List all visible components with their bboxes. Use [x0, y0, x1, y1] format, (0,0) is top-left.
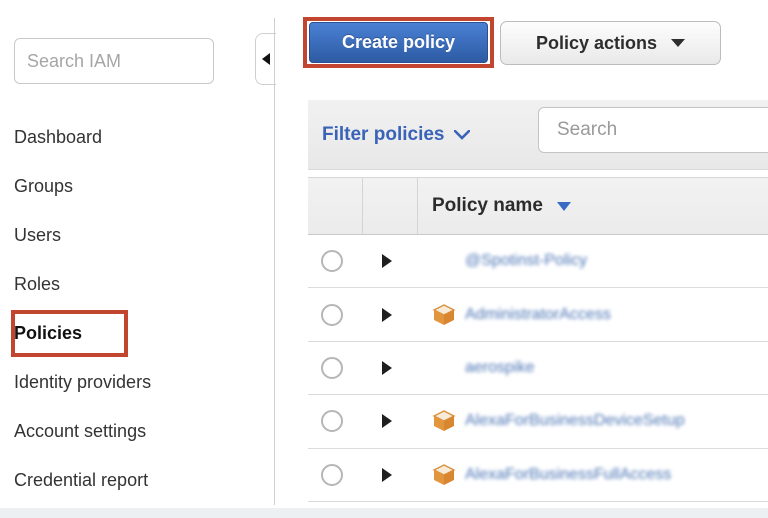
policy-actions-label: Policy actions	[536, 33, 657, 54]
policy-search-input[interactable]	[557, 119, 768, 141]
table-row: @Spotinst-Policy	[308, 235, 768, 288]
policy-name-link[interactable]: AlexaForBusinessFullAccess	[465, 466, 671, 484]
bottom-strip	[0, 508, 768, 518]
filter-bar: Filter policies	[308, 100, 768, 170]
sidebar-item-policies[interactable]: Policies	[14, 309, 254, 358]
table-header: Policy name	[308, 177, 768, 235]
column-divider	[417, 178, 418, 234]
table-row: AdministratorAccess	[308, 288, 768, 341]
column-divider	[362, 178, 363, 234]
row-radio-button[interactable]	[321, 357, 343, 379]
policies-table-body: @Spotinst-Policy AdministratorAccess aeros…	[308, 235, 768, 502]
policy-name-link[interactable]: @Spotinst-Policy	[465, 252, 587, 270]
sort-caret-down-icon	[557, 202, 571, 211]
row-radio-button[interactable]	[321, 304, 343, 326]
filter-policies-dropdown[interactable]: Filter policies	[322, 124, 470, 146]
iam-search-input[interactable]	[14, 38, 214, 84]
expand-row-button[interactable]	[382, 360, 398, 376]
table-row: AlexaForBusinessDeviceSetup	[308, 395, 768, 448]
sidebar-item-roles[interactable]: Roles	[14, 260, 254, 309]
expand-row-button[interactable]	[382, 467, 398, 483]
sidebar-item-identity-providers[interactable]: Identity providers	[14, 358, 254, 407]
filter-policies-label: Filter policies	[322, 124, 444, 146]
expand-row-button[interactable]	[382, 307, 398, 323]
policy-search-box	[538, 107, 768, 153]
table-row: aerospike	[308, 342, 768, 395]
create-policy-button[interactable]: Create policy	[309, 22, 488, 63]
policy-name-link[interactable]: AlexaForBusinessDeviceSetup	[465, 412, 685, 430]
caret-right-icon	[382, 308, 392, 322]
row-radio-button[interactable]	[321, 410, 343, 432]
column-header-policy-name[interactable]: Policy name	[432, 195, 571, 217]
row-radio-button[interactable]	[321, 464, 343, 486]
caret-right-icon	[382, 254, 392, 268]
sidebar-item-credential-report[interactable]: Credential report	[14, 456, 254, 505]
policy-icon-slot	[432, 356, 456, 380]
chevron-down-icon	[671, 39, 685, 47]
sidebar-collapse-button[interactable]	[255, 33, 276, 85]
sidebar-item-users[interactable]: Users	[14, 211, 254, 260]
policy-actions-button[interactable]: Policy actions	[500, 21, 721, 65]
policy-name-link[interactable]: aerospike	[465, 359, 534, 377]
caret-right-icon	[382, 361, 392, 375]
policy-name-column-label: Policy name	[432, 195, 543, 217]
sidebar-nav: DashboardGroupsUsersRolesPoliciesIdentit…	[14, 113, 254, 505]
aws-managed-policy-icon	[432, 303, 456, 327]
row-radio-button[interactable]	[321, 250, 343, 272]
policy-icon-slot	[432, 303, 456, 327]
sidebar-item-dashboard[interactable]: Dashboard	[14, 113, 254, 162]
expand-row-button[interactable]	[382, 413, 398, 429]
sidebar-item-groups[interactable]: Groups	[14, 162, 254, 211]
policy-icon-slot	[432, 463, 456, 487]
caret-right-icon	[382, 414, 392, 428]
iam-console: DashboardGroupsUsersRolesPoliciesIdentit…	[0, 0, 768, 518]
collapse-left-icon	[262, 53, 270, 65]
sidebar-item-account-settings[interactable]: Account settings	[14, 407, 254, 456]
table-row: AlexaForBusinessFullAccess	[308, 449, 768, 502]
aws-managed-policy-icon	[432, 463, 456, 487]
policy-name-link[interactable]: AdministratorAccess	[465, 306, 611, 324]
chevron-down-icon	[454, 130, 470, 140]
aws-managed-policy-icon	[432, 409, 456, 433]
policy-icon-slot	[432, 249, 456, 273]
expand-row-button[interactable]	[382, 253, 398, 269]
sidebar-divider	[274, 18, 275, 505]
caret-right-icon	[382, 468, 392, 482]
policy-icon-slot	[432, 409, 456, 433]
